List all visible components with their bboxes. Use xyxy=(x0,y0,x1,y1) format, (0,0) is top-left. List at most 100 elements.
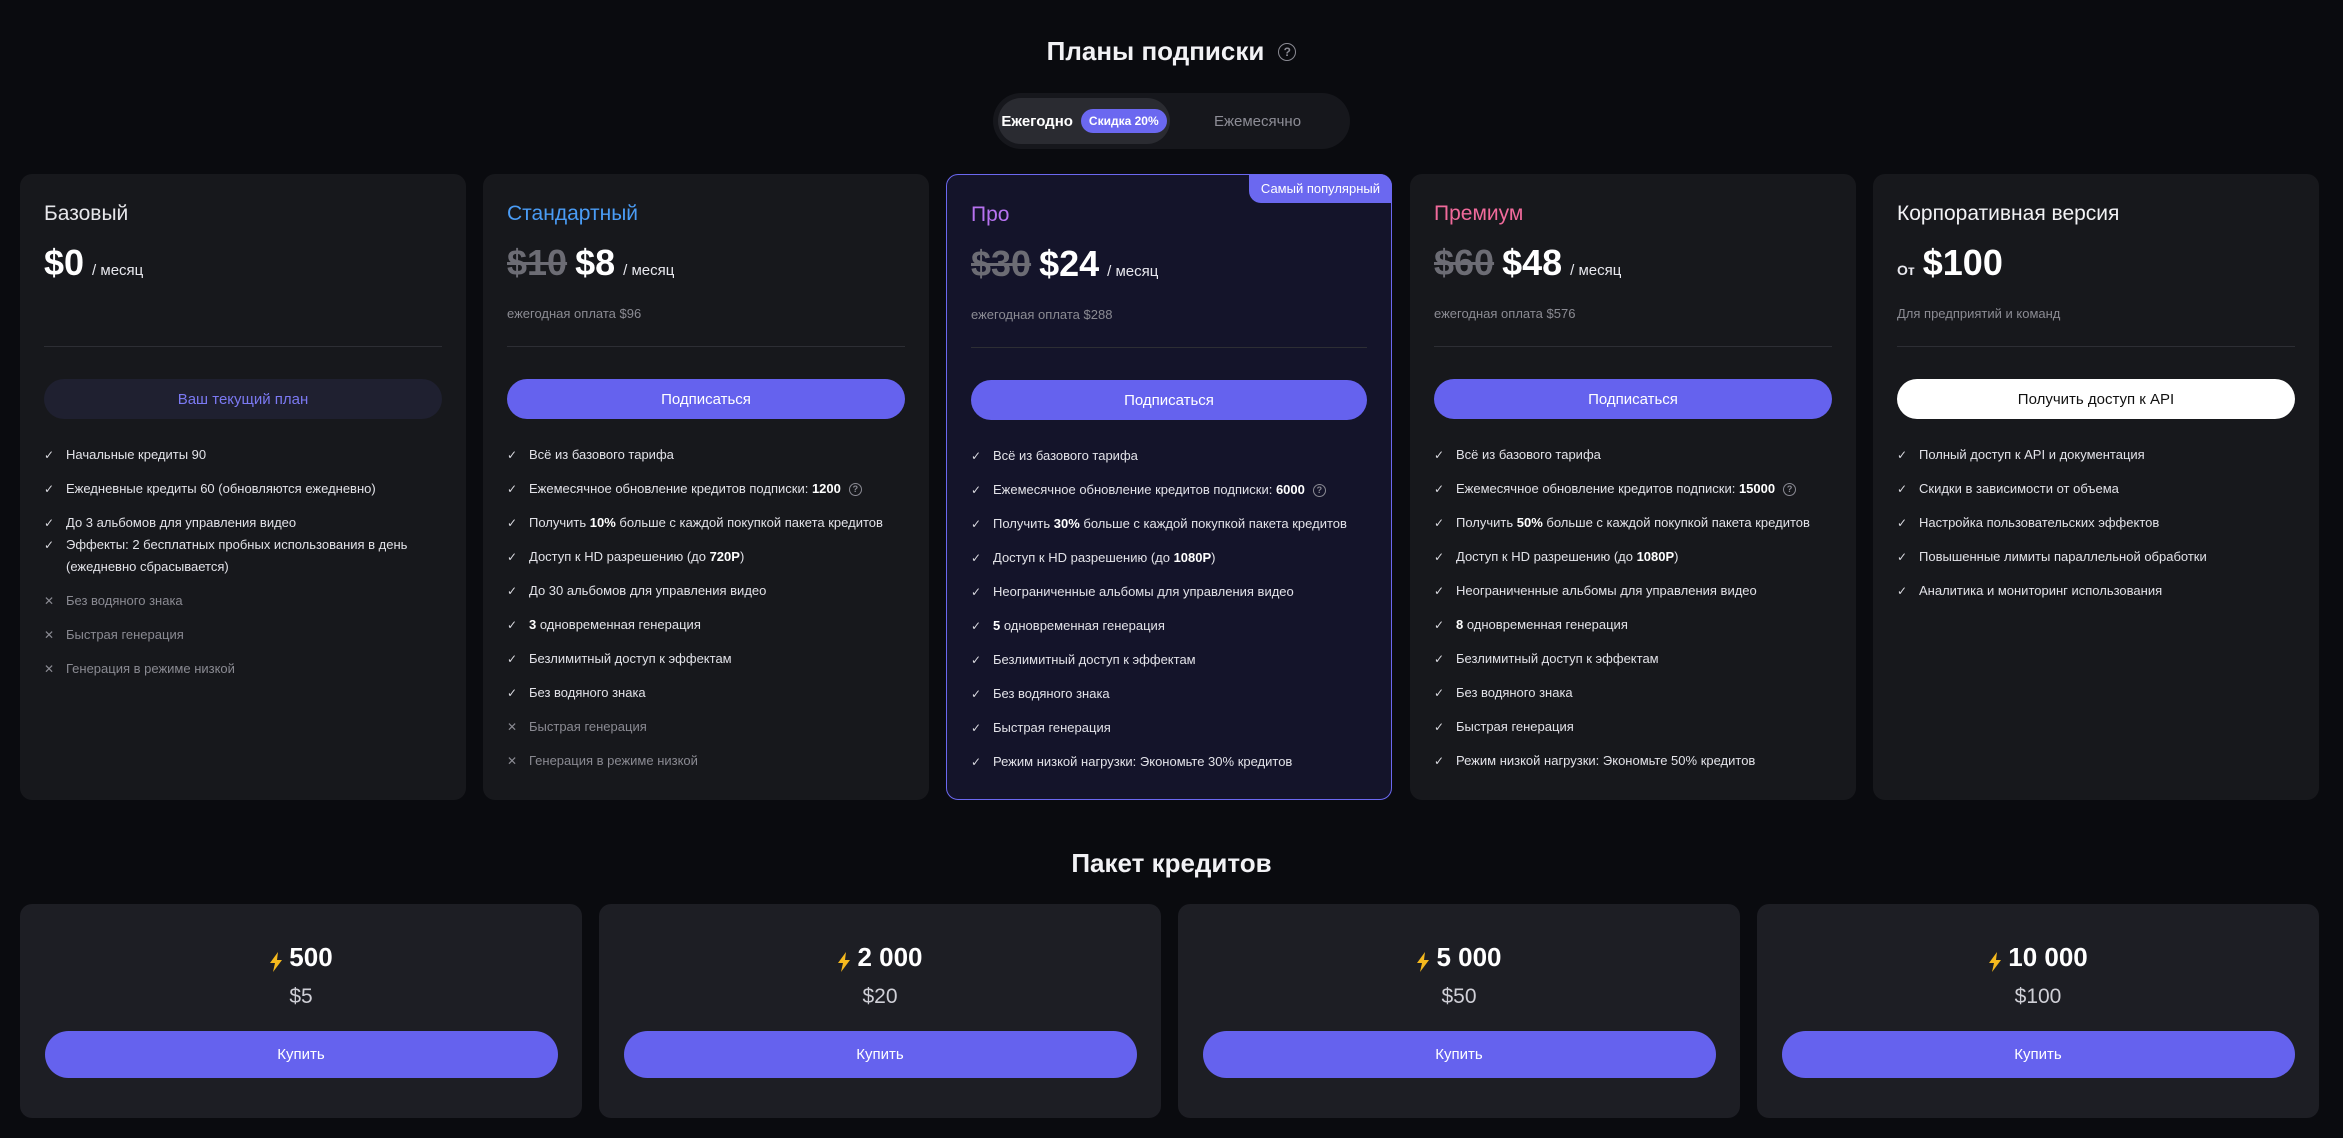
feature-text-pre: Ежемесячное обновление кредитов подписки… xyxy=(529,481,812,496)
feature-item: ✓ Быстрая генерация xyxy=(1434,716,1832,738)
subscribe-button[interactable]: Подписаться xyxy=(971,380,1367,420)
x-icon: ✕ xyxy=(44,594,55,608)
price-row: $60 $48 / месяц xyxy=(1434,242,1832,284)
check-icon: ✓ xyxy=(1434,686,1445,700)
feature-item: ✓ Начальные кредиты 90 xyxy=(44,444,442,466)
feature-text-post: одновременная генерация xyxy=(1000,618,1165,633)
feature-text: Эффекты: 2 бесплатных пробных использова… xyxy=(66,537,408,574)
feature-item: ✕ Быстрая генерация xyxy=(44,624,442,646)
check-icon: ✓ xyxy=(1434,754,1445,768)
feature-text-pre: Ежемесячное обновление кредитов подписки… xyxy=(993,482,1276,497)
check-icon: ✓ xyxy=(507,482,518,496)
price-unit: / месяц xyxy=(623,262,675,279)
feature-text: Безлимитный доступ к эффектам xyxy=(1456,651,1659,666)
plan-card-enterprise: Корпоративная версия От $100 Для предприяти… xyxy=(1873,174,2319,800)
check-icon: ✓ xyxy=(507,618,518,632)
feature-text: Быстрая генерация xyxy=(1456,719,1574,734)
buy-button[interactable]: Купить xyxy=(1781,1031,2295,1078)
feature-text-pre: Доступ к HD разрешению (до xyxy=(529,549,710,564)
feature-text: Ежемесячное обновление кредитов подписки… xyxy=(1456,478,1797,500)
buy-button[interactable]: Купить xyxy=(623,1031,1137,1078)
buy-button[interactable]: Купить xyxy=(1202,1031,1716,1078)
feature-text: Всё из базового тарифа xyxy=(1456,447,1601,462)
feature-item: ✓ Доступ к HD разрешению (до 1080P) xyxy=(1434,546,1832,568)
feature-list: ✓ Начальные кредиты 90 ✓ Ежедневные кредиты… xyxy=(44,444,442,680)
credit-amount-value: 5 000 xyxy=(1436,942,1502,972)
billing-monthly-label: Ежемесячно xyxy=(1213,112,1302,130)
credit-price: $100 xyxy=(2014,985,2062,1008)
feature-text: Без водяного знака xyxy=(66,593,183,608)
feature-item: ✓ Без водяного знака xyxy=(507,682,905,704)
feature-text-pre: Получить xyxy=(529,515,590,530)
feature-text: Ежедневные кредиты 60 (обновляются ежедн… xyxy=(66,481,376,496)
annual-billing-note xyxy=(44,306,442,322)
feature-text-pre: Доступ к HD разрешению (до xyxy=(1456,549,1637,564)
api-access-button[interactable]: Получить доступ к API xyxy=(1897,379,2295,419)
feature-item: ✓ Скидки в зависимости от объема xyxy=(1897,478,2295,500)
feature-text-post: больше с каждой покупкой пакета кредитов xyxy=(1079,516,1347,531)
feature-item: ✓ Получить 10% больше с каждой покупкой п… xyxy=(507,512,905,534)
credit-amount: 2 000 xyxy=(837,942,923,973)
feature-text: Доступ к HD разрешению (до 1080P) xyxy=(993,547,1216,569)
feature-text: Ежемесячное обновление кредитов подписки… xyxy=(993,479,1326,501)
feature-text: Неограниченные альбомы для управления ви… xyxy=(1456,583,1757,598)
feature-item: ✓ Доступ к HD разрешению (до 1080P) xyxy=(971,547,1367,569)
feature-text-pre: Получить xyxy=(1456,515,1517,530)
feature-text-pre: Доступ к HD разрешению (до xyxy=(993,550,1174,565)
check-icon: ✓ xyxy=(507,550,518,564)
feature-text: 5 одновременная генерация xyxy=(993,615,1165,637)
check-icon: ✓ xyxy=(971,551,982,565)
feature-item: ✓ Получить 50% больше с каждой покупкой п… xyxy=(1434,512,1832,534)
check-icon: ✓ xyxy=(44,516,55,530)
feature-item: ✓ Быстрая генерация xyxy=(971,717,1367,739)
feature-text: 8 одновременная генерация xyxy=(1456,614,1628,636)
check-icon: ✓ xyxy=(507,516,518,530)
lightning-bolt-icon xyxy=(269,948,283,972)
credit-amount: 5 000 xyxy=(1416,942,1502,973)
buy-button[interactable]: Купить xyxy=(44,1031,558,1078)
check-icon: ✓ xyxy=(1897,482,1908,496)
feature-text: Безлимитный доступ к эффектам xyxy=(993,652,1196,667)
billing-toggle: Ежегодно Скидка 20% Ежемесячно xyxy=(993,93,1350,149)
check-icon: ✓ xyxy=(971,721,982,735)
help-icon[interactable]: ? xyxy=(1278,42,1297,61)
subscribe-button[interactable]: Подписаться xyxy=(1434,379,1832,419)
feature-text: Быстрая генерация xyxy=(993,720,1111,735)
feature-highlight: 1080P xyxy=(1173,550,1212,565)
current-plan-button[interactable]: Ваш текущий план xyxy=(44,379,442,419)
feature-text-post: ) xyxy=(739,549,745,564)
annual-billing-note: ежегодная оплата $96 xyxy=(507,306,642,321)
feature-item: ✓ Без водяного знака xyxy=(971,683,1367,705)
feature-item: ✕ Генерация в режиме низкой xyxy=(507,750,905,772)
plan-name: Стандартный xyxy=(507,202,639,225)
feature-text-post: одновременная генерация xyxy=(536,617,701,632)
feature-text: Генерация в режиме низкой xyxy=(529,753,698,768)
credit-amount: 500 xyxy=(269,942,333,973)
billing-annual-label: Ежегодно xyxy=(1001,112,1073,130)
feature-item: ✓ Всё из базового тарифа xyxy=(507,444,905,466)
check-icon: ✓ xyxy=(1897,516,1908,530)
feature-item: ✓ Доступ к HD разрешению (до 720P) xyxy=(507,546,905,568)
check-icon: ✓ xyxy=(971,653,982,667)
help-icon[interactable]: ? xyxy=(848,483,862,497)
help-icon[interactable]: ? xyxy=(1312,484,1326,498)
feature-text: Всё из базового тарифа xyxy=(529,447,674,462)
old-price: $30 xyxy=(971,243,1032,284)
help-icon[interactable]: ? xyxy=(1783,483,1797,497)
billing-annual-option[interactable]: Ежегодно Скидка 20% xyxy=(998,98,1170,144)
page-title: Планы подписки ? xyxy=(0,36,2343,67)
feature-text: Доступ к HD разрешению (до 720P) xyxy=(529,546,744,568)
feature-item: ✓ Ежемесячное обновление кредитов подписк… xyxy=(1434,478,1832,500)
feature-text: Получить 10% больше с каждой покупкой па… xyxy=(529,512,883,534)
billing-monthly-option[interactable]: Ежемесячно xyxy=(1170,98,1345,144)
feature-text: 3 одновременная генерация xyxy=(529,614,701,636)
current-price: $8 xyxy=(575,242,616,283)
check-icon: ✓ xyxy=(507,652,518,666)
feature-item: ✓ Режим низкой нагрузки: Экономьте 50% кр… xyxy=(1434,750,1832,772)
feature-text-post: ) xyxy=(1211,550,1216,565)
feature-highlight: 30% xyxy=(1053,516,1080,531)
credit-amount-value: 10 000 xyxy=(2008,942,2088,972)
price-prefix: От xyxy=(1897,262,1915,278)
subscribe-button[interactable]: Подписаться xyxy=(507,379,905,419)
lightning-bolt-icon xyxy=(1988,948,2002,972)
